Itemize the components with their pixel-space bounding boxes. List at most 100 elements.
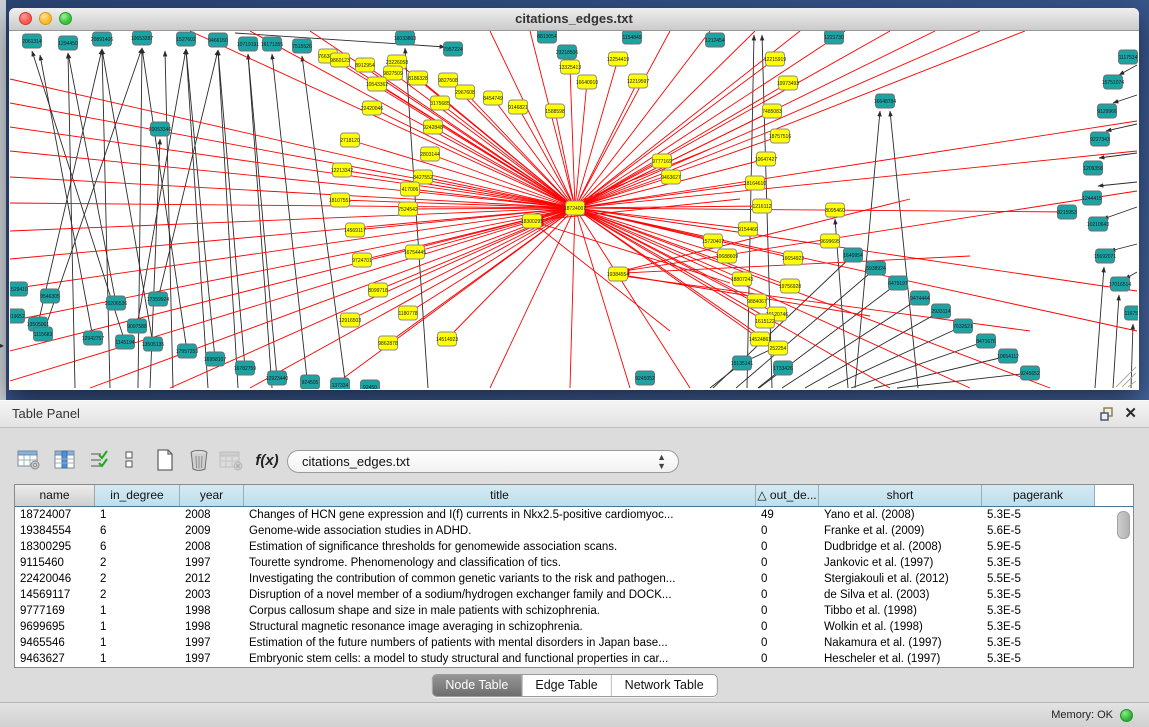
graph-node[interactable]: 137334 xyxy=(331,378,350,389)
table-row[interactable]: 911546021997Tourette syndrome. Phenomeno… xyxy=(15,555,1133,571)
cell[interactable]: 5.3E-5 xyxy=(982,587,1095,603)
cell[interactable]: Hescheler et al. (1997) xyxy=(819,651,982,667)
graph-node[interactable]: 9884067 xyxy=(747,294,767,308)
graph-node[interactable]: 2933114 xyxy=(931,304,950,318)
cell[interactable]: 1997 xyxy=(180,555,244,571)
table-row[interactable]: 2242004622012Investigating the contribut… xyxy=(15,571,1133,587)
column-header-pagerank[interactable]: pagerank xyxy=(982,485,1095,506)
select-all-icon[interactable] xyxy=(86,447,112,473)
cell[interactable]: 5.3E-5 xyxy=(982,603,1095,619)
graph-node[interactable]: 7515526 xyxy=(292,39,312,53)
table-settings-icon[interactable] xyxy=(16,447,42,473)
graph-node[interactable]: 18107551 xyxy=(329,193,351,207)
cell[interactable]: Nakamura et al. (1997) xyxy=(819,635,982,651)
cell[interactable]: 9465546 xyxy=(15,635,95,651)
table-row[interactable]: 1456911722003Disruption of a novel membe… xyxy=(15,587,1133,603)
cell[interactable]: 1 xyxy=(95,619,180,635)
graph-node[interactable]: 417006 xyxy=(401,182,420,196)
graph-node[interactable]: 1733426 xyxy=(773,361,793,375)
graph-node[interactable]: 13325413 xyxy=(559,60,581,74)
column-header-out_de[interactable]: △ out_de... xyxy=(756,485,819,506)
table-row[interactable]: 1938455462009Genome-wide association stu… xyxy=(15,523,1133,539)
cell[interactable]: 22420046 xyxy=(15,571,95,587)
vertical-scrollbar-thumb[interactable] xyxy=(1117,511,1130,539)
graph-node[interactable]: 1117534 xyxy=(1119,50,1138,64)
graph-node[interactable]: 8186328 xyxy=(408,71,428,85)
graph-node[interactable]: 12213342 xyxy=(331,163,353,177)
graph-node[interactable]: 9463627 xyxy=(661,170,681,184)
new-table-icon[interactable] xyxy=(152,447,178,473)
column-header-year[interactable]: year xyxy=(180,485,244,506)
table-row[interactable]: 1872400712008Changes of HCN gene express… xyxy=(15,507,1133,523)
graph-node[interactable]: 7632621 xyxy=(953,319,973,333)
graph-node[interactable]: 9146821 xyxy=(508,100,528,114)
cell[interactable]: 2008 xyxy=(180,539,244,555)
cell[interactable]: 9115460 xyxy=(15,555,95,571)
collapsed-panel-arrow[interactable]: ▸ xyxy=(0,341,4,350)
table-row[interactable]: 969969511998Structural magnetic resonanc… xyxy=(15,619,1133,635)
cell[interactable]: Tourette syndrome. Phenomenology and cla… xyxy=(244,555,756,571)
graph-node[interactable]: 17359924 xyxy=(147,292,169,306)
cell[interactable]: 5.3E-5 xyxy=(982,651,1095,667)
graph-node[interactable]: 9245052 xyxy=(635,371,655,385)
graph-node[interactable]: 17016514 xyxy=(1109,277,1131,291)
graph-node[interactable]: 23218506 xyxy=(556,45,578,59)
graph-node[interactable]: 9129966 xyxy=(1097,104,1117,118)
graph-node[interactable]: 10719191 xyxy=(237,37,259,51)
graph-node[interactable]: 18724007 xyxy=(564,201,586,215)
graph-node[interactable]: 3175685 xyxy=(430,96,450,110)
cell[interactable]: 1 xyxy=(95,603,180,619)
cell[interactable]: 2 xyxy=(95,571,180,587)
cell[interactable]: 0 xyxy=(756,523,819,539)
graph-node[interactable]: 9546305 xyxy=(40,289,60,303)
cell[interactable]: Yano et al. (2008) xyxy=(819,507,982,523)
graph-node[interactable]: 8471676 xyxy=(976,334,996,348)
graph-node[interactable]: 16648784 xyxy=(874,94,896,108)
graph-node[interactable]: 2718120 xyxy=(340,133,360,147)
cell[interactable]: Structural magnetic resonance image aver… xyxy=(244,619,756,635)
graph-node[interactable]: 1180778 xyxy=(398,306,417,320)
graph-node[interactable]: 10653287 xyxy=(131,31,153,45)
graph-node[interactable]: 8099718 xyxy=(368,283,388,297)
cell[interactable]: Estimation of the future numbers of pati… xyxy=(244,635,756,651)
graph-node[interactable]: 10973493 xyxy=(777,76,799,90)
graph-node[interactable]: 18807243 xyxy=(731,272,753,286)
graph-node[interactable]: 8813054 xyxy=(537,31,557,43)
cell[interactable]: 9699695 xyxy=(15,619,95,635)
graph-node[interactable]: 252254 xyxy=(769,341,788,355)
graph-node[interactable]: 1294450 xyxy=(58,36,78,50)
graph-node[interactable]: 12219597 xyxy=(627,74,649,88)
graph-node[interactable]: 10543362 xyxy=(366,77,388,91)
cell[interactable]: 5.9E-5 xyxy=(982,539,1095,555)
select-column-icon[interactable] xyxy=(52,447,78,473)
graph-node[interactable]: 9827508 xyxy=(438,73,458,87)
graph-node[interactable]: 9154466 xyxy=(738,222,758,236)
graph-node[interactable]: 1154849 xyxy=(622,31,641,44)
graph-node[interactable]: 1640954 xyxy=(843,248,863,262)
graph-node[interactable]: 20891406 xyxy=(91,32,113,46)
graph-node[interactable]: 6479197 xyxy=(888,276,908,290)
graph-node[interactable]: 8454749 xyxy=(483,91,503,105)
graph-node[interactable]: 9097588 xyxy=(127,319,147,333)
cell[interactable]: 1997 xyxy=(180,635,244,651)
unselect-rows-icon[interactable] xyxy=(116,447,142,473)
cell[interactable]: Corpus callosum shape and size in male p… xyxy=(244,603,756,619)
graph-node[interactable]: 10647427 xyxy=(755,152,777,166)
graph-node[interactable]: 19384554 xyxy=(607,267,629,281)
cell[interactable]: de Silva et al. (2003) xyxy=(819,587,982,603)
column-header-short[interactable]: short xyxy=(819,485,982,506)
cell[interactable]: 0 xyxy=(756,571,819,587)
float-panel-icon[interactable] xyxy=(1099,406,1115,422)
graph-node[interactable]: 16782759 xyxy=(234,361,256,375)
cell[interactable]: Dudbridge et al. (2008) xyxy=(819,539,982,555)
window-titlebar[interactable]: citations_edges.txt xyxy=(9,8,1139,31)
cell[interactable]: 0 xyxy=(756,603,819,619)
cell[interactable]: 9777169 xyxy=(15,603,95,619)
table-row[interactable]: 1830029562008Estimation of significance … xyxy=(15,539,1133,555)
cell[interactable]: 5.3E-5 xyxy=(982,507,1095,523)
cell[interactable]: 18300295 xyxy=(15,539,95,555)
cell[interactable]: Jankovic et al. (1997) xyxy=(819,555,982,571)
cell[interactable]: 6 xyxy=(95,523,180,539)
resize-grip[interactable] xyxy=(1116,367,1136,387)
graph-node[interactable]: 12215919 xyxy=(764,52,786,66)
